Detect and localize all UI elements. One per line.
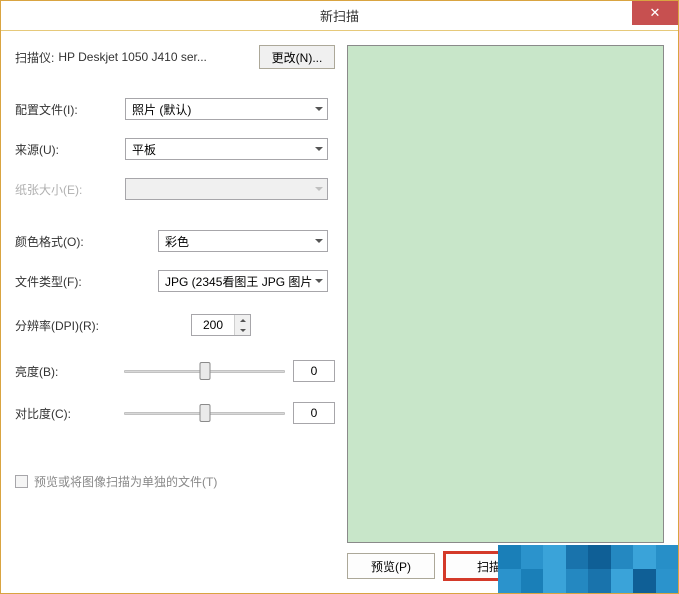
profile-row: 配置文件(I): 照片 (默认) — [15, 97, 335, 121]
chevron-down-icon — [315, 107, 323, 111]
scanner-name: HP Deskjet 1050 J410 ser... — [58, 50, 251, 64]
dpi-label: 分辨率(DPI)(R): — [15, 317, 125, 334]
source-label: 来源(U): — [15, 141, 125, 158]
profile-select-value: 照片 (默认) — [132, 101, 191, 118]
preview-button[interactable]: 预览(P) — [347, 553, 435, 579]
brightness-label: 亮度(B): — [15, 363, 124, 380]
chevron-down-icon — [315, 187, 323, 191]
chevron-down-icon — [315, 147, 323, 151]
colorformat-select-value: 彩色 — [165, 233, 189, 250]
contrast-label: 对比度(C): — [15, 405, 124, 422]
scanner-row: 扫描仪: HP Deskjet 1050 J410 ser... 更改(N)..… — [15, 45, 335, 69]
scanner-label: 扫描仪: — [15, 49, 54, 66]
colorformat-label: 颜色格式(O): — [15, 233, 125, 250]
settings-panel: 扫描仪: HP Deskjet 1050 J410 ser... 更改(N)..… — [15, 45, 335, 579]
source-select[interactable]: 平板 — [125, 138, 328, 160]
colorformat-row: 颜色格式(O): 彩色 — [15, 229, 335, 253]
dpi-increment-button[interactable] — [235, 315, 250, 325]
separate-files-checkbox[interactable] — [15, 475, 28, 488]
filetype-select-value: JPG (2345看图王 JPG 图片 — [165, 273, 312, 290]
filetype-row: 文件类型(F): JPG (2345看图王 JPG 图片 — [15, 269, 335, 293]
titlebar: 新扫描 ✕ — [1, 1, 678, 31]
contrast-value[interactable] — [293, 402, 335, 424]
contrast-thumb[interactable] — [199, 404, 210, 422]
dpi-decrement-button[interactable] — [235, 325, 250, 335]
filetype-label: 文件类型(F): — [15, 273, 125, 290]
profile-select[interactable]: 照片 (默认) — [125, 98, 328, 120]
close-icon: ✕ — [650, 5, 661, 21]
profile-label: 配置文件(I): — [15, 101, 125, 118]
preview-area[interactable] — [347, 45, 664, 543]
chevron-down-icon — [315, 239, 323, 243]
source-select-value: 平板 — [132, 141, 156, 158]
dpi-input[interactable] — [192, 315, 234, 335]
content-area: 扫描仪: HP Deskjet 1050 J410 ser... 更改(N)..… — [1, 31, 678, 593]
separate-files-row: 预览或将图像扫描为单独的文件(T) — [15, 473, 335, 490]
scan-dialog-window: 新扫描 ✕ 扫描仪: HP Deskjet 1050 J410 ser... 更… — [0, 0, 679, 594]
separate-files-label: 预览或将图像扫描为单独的文件(T) — [34, 473, 217, 490]
spinner-buttons — [234, 315, 250, 335]
brightness-slider[interactable] — [124, 360, 285, 382]
papersize-label: 纸张大小(E): — [15, 181, 125, 198]
obscured-region — [498, 545, 678, 593]
contrast-row: 对比度(C): — [15, 401, 335, 425]
dpi-row: 分辨率(DPI)(R): — [15, 313, 335, 337]
colorformat-select[interactable]: 彩色 — [158, 230, 328, 252]
brightness-row: 亮度(B): — [15, 359, 335, 383]
brightness-thumb[interactable] — [199, 362, 210, 380]
dpi-spinner[interactable] — [191, 314, 251, 336]
filetype-select[interactable]: JPG (2345看图王 JPG 图片 — [158, 270, 328, 292]
papersize-row: 纸张大小(E): — [15, 177, 335, 201]
preview-panel: 预览(P) 扫描 — [347, 45, 664, 579]
chevron-down-icon — [315, 279, 323, 283]
papersize-select — [125, 178, 328, 200]
brightness-value[interactable] — [293, 360, 335, 382]
change-scanner-button[interactable]: 更改(N)... — [259, 45, 335, 69]
close-button[interactable]: ✕ — [632, 1, 678, 25]
contrast-slider[interactable] — [124, 402, 285, 424]
window-title: 新扫描 — [1, 6, 678, 25]
source-row: 来源(U): 平板 — [15, 137, 335, 161]
